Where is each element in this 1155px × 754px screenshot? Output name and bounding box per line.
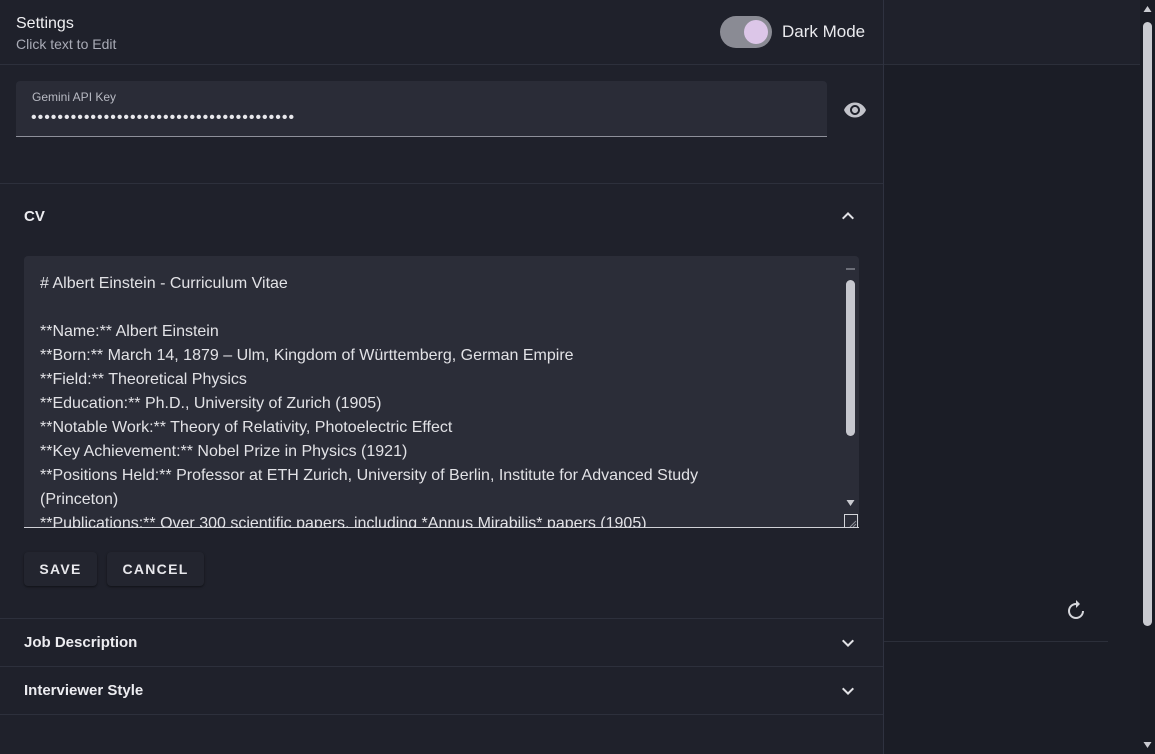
cv-line: **Field:** Theoretical Physics — [40, 371, 247, 388]
dark-mode-toggle[interactable] — [720, 16, 772, 48]
dark-mode-label: Dark Mode — [782, 22, 866, 41]
cv-scroll-thumb[interactable] — [846, 280, 855, 436]
save-button[interactable]: SAVE — [24, 552, 97, 586]
cancel-button[interactable]: CANCEL — [107, 552, 204, 586]
resize-handle[interactable] — [844, 514, 858, 527]
drawer-subtitle: Click text to Edit — [16, 36, 117, 52]
chevron-down-icon — [842, 639, 854, 647]
chevron-down-icon — [842, 687, 854, 695]
reset-button[interactable] — [1064, 598, 1088, 622]
background-content — [884, 65, 1140, 754]
resize-grip-icon — [849, 520, 857, 527]
cv-line: **Key Achievement:** Nobel Prize in Phys… — [40, 443, 408, 460]
refresh-icon — [1068, 600, 1084, 619]
cv-line: **Education:** Ph.D., University of Zuri… — [40, 395, 382, 412]
job-description-expand[interactable] — [836, 631, 860, 655]
cv-scrollbar[interactable] — [844, 264, 857, 512]
background-divider — [884, 641, 1108, 642]
app-root: Settings Click text to Edit Dark Mode Ge… — [0, 0, 1155, 754]
cv-line: **Publications:** Over 300 scientific pa… — [40, 515, 647, 528]
eye-icon — [844, 102, 866, 118]
cv-line: **Name:** Albert Einstein — [40, 323, 219, 340]
chevron-up-icon — [842, 212, 854, 220]
cv-collapse-button[interactable] — [836, 204, 860, 228]
cv-accordion: CV # Albert Einstein - Curriculum Vitae *… — [0, 184, 883, 602]
page-scroll-thumb[interactable] — [1143, 22, 1152, 626]
background-topbar — [884, 0, 1140, 65]
drawer-header: Settings Click text to Edit Dark Mode — [0, 0, 883, 65]
settings-drawer: Settings Click text to Edit Dark Mode Ge… — [0, 0, 884, 754]
cv-line: # Albert Einstein - Curriculum Vitae — [40, 275, 288, 292]
toggle-visibility-button[interactable] — [841, 96, 869, 124]
cv-textarea[interactable]: # Albert Einstein - Curriculum Vitae **Na… — [24, 256, 859, 528]
api-key-label: Gemini API Key — [32, 90, 117, 104]
api-key-field[interactable]: Gemini API Key •••••••••••••••••••••••••… — [16, 81, 827, 137]
page-scrollbar[interactable] — [1140, 0, 1155, 754]
job-description-accordion[interactable]: Job Description — [0, 618, 883, 666]
scroll-down-arrow-icon[interactable] — [1143, 740, 1152, 749]
interviewer-style-title: Interviewer Style — [24, 682, 144, 699]
accordion-bottom-divider — [0, 714, 883, 715]
cv-line: **Notable Work:** Theory of Relativity, … — [40, 419, 453, 436]
drawer-title: Settings — [16, 15, 74, 32]
api-key-input[interactable]: •••••••••••••••••••••••••••••••••••••••• — [31, 109, 295, 127]
cv-line: **Born:** March 14, 1879 – Ulm, Kingdom … — [40, 347, 574, 364]
cv-line: (Princeton) — [40, 491, 119, 508]
interviewer-style-expand[interactable] — [836, 679, 860, 703]
cv-scroll-up[interactable] — [846, 268, 855, 270]
cv-line: **Positions Held:** Professor at ETH Zur… — [40, 467, 699, 484]
cv-line — [40, 296, 840, 320]
scroll-down-arrow-icon[interactable] — [846, 498, 855, 507]
interviewer-style-accordion[interactable]: Interviewer Style — [0, 666, 883, 714]
scroll-up-arrow-icon[interactable] — [1143, 5, 1152, 14]
cv-text: # Albert Einstein - Curriculum Vitae **Na… — [40, 272, 840, 528]
cv-title[interactable]: CV — [24, 208, 45, 225]
job-description-title: Job Description — [24, 634, 138, 651]
toggle-knob — [744, 20, 768, 44]
